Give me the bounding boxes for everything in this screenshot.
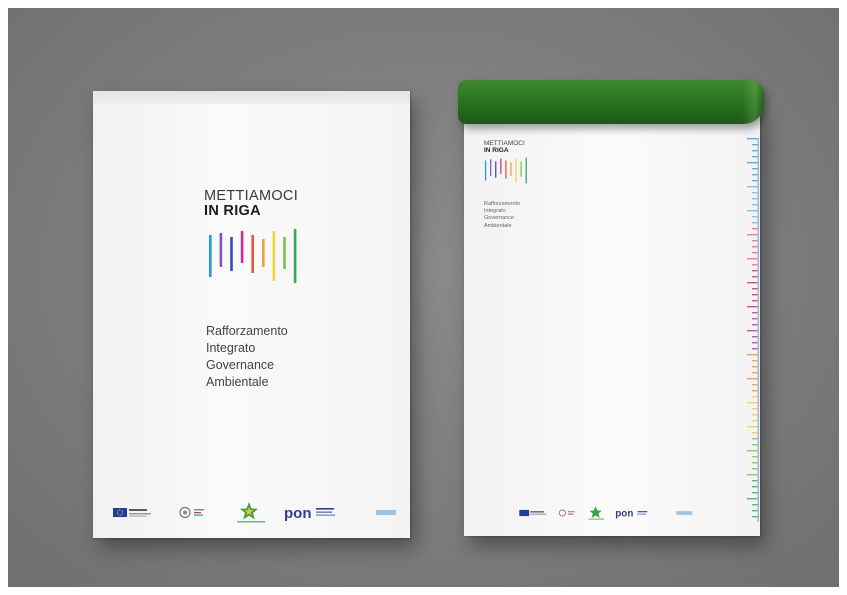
ruler-tick: [747, 234, 759, 236]
ruler-spine: [757, 138, 759, 522]
brand-bar: [272, 231, 276, 281]
brand-logo: METTIAMOCI IN RIGA: [204, 189, 298, 219]
brand-bar: [283, 237, 286, 269]
subtitle-line: Governance: [206, 358, 275, 372]
subtitle-line: Governance: [484, 215, 514, 222]
brand-bar: [251, 235, 254, 273]
ruler-tick: [747, 378, 759, 380]
ruler-tick: [747, 210, 759, 212]
notepad-footer-logos: pon: [519, 506, 693, 520]
subtitle-line: Ambientale: [484, 222, 512, 229]
notepad-brand-bars-icon: [484, 157, 527, 184]
ruler-tick: [747, 426, 759, 428]
notepad-color-ruler: [747, 138, 759, 522]
footer-light-mark: [676, 511, 693, 515]
eu-flag-icon: [519, 509, 547, 517]
notepad-brand-logo: METTIAMOCI IN RIGA: [484, 140, 525, 154]
green-star-icon: [588, 506, 605, 520]
brand-bar: [520, 161, 522, 177]
brand-bar: [209, 235, 212, 277]
ruler-tick: [747, 498, 759, 500]
brand-bar: [484, 160, 487, 181]
brand-line1: METTIAMOCI: [204, 188, 299, 204]
brand-bar: [510, 162, 512, 176]
ruler-tick: [747, 162, 759, 164]
ruler-tick: [747, 138, 759, 140]
brand-bar: [500, 158, 502, 174]
ruler-tick: [747, 402, 759, 404]
italian-emblem-icon: [179, 506, 204, 519]
ruler-tick: [747, 450, 759, 452]
pon-logo: pon: [615, 509, 648, 520]
ruler-tick: [747, 306, 759, 308]
ruler-tick: [747, 258, 759, 260]
ruler-tick: [747, 330, 759, 332]
eu-flag-icon: [113, 508, 151, 517]
notepad-green-binding: [458, 80, 764, 124]
brand-bars-icon: [209, 229, 297, 283]
green-star-icon: [237, 502, 265, 523]
brand-bar: [219, 233, 223, 267]
folder-cover: METTIAMOCI IN RIGA Rafforzamento Integra…: [93, 91, 410, 538]
footer-light-mark: [376, 510, 396, 515]
brand-bar: [262, 239, 265, 267]
svg-text:pon: pon: [615, 509, 633, 520]
brand-bar: [293, 229, 297, 283]
brand-bar: [515, 158, 517, 183]
brand-bar: [230, 237, 233, 271]
brand-line1: METTIAMOCI: [484, 140, 525, 147]
ruler-tick: [747, 354, 759, 356]
brand-bar: [495, 161, 497, 178]
brand-bar: [525, 157, 527, 184]
photo-backdrop: METTIAMOCI IN RIGA Rafforzamento Integra…: [8, 8, 839, 587]
folder-subtitle: Rafforzamento Integrato Governance Ambie…: [206, 323, 288, 391]
notepad-subtitle: Rafforzamento Integrato Governance Ambie…: [484, 201, 520, 230]
ruler-tick: [747, 282, 759, 284]
subtitle-line: Rafforzamento: [484, 201, 520, 207]
pon-logo: pon: [284, 505, 335, 522]
brand-bar: [240, 231, 244, 263]
italian-emblem-icon: [558, 509, 575, 517]
brand-bar: [505, 160, 507, 179]
subtitle-line: Ambientale: [206, 375, 269, 389]
folder-top-band: [93, 91, 410, 104]
brand-bar: [490, 159, 492, 176]
svg-text:pon: pon: [284, 505, 312, 522]
subtitle-line: Rafforzamento: [206, 324, 288, 338]
subtitle-line: Integrato: [484, 208, 506, 215]
brand-line2: IN RIGA: [204, 203, 261, 219]
brand-line2: IN RIGA: [484, 147, 509, 154]
ruler-tick: [747, 186, 759, 188]
ruler-tick: [747, 474, 759, 476]
subtitle-line: Integrato: [206, 341, 256, 355]
folder-footer-logos: pon: [113, 502, 396, 523]
